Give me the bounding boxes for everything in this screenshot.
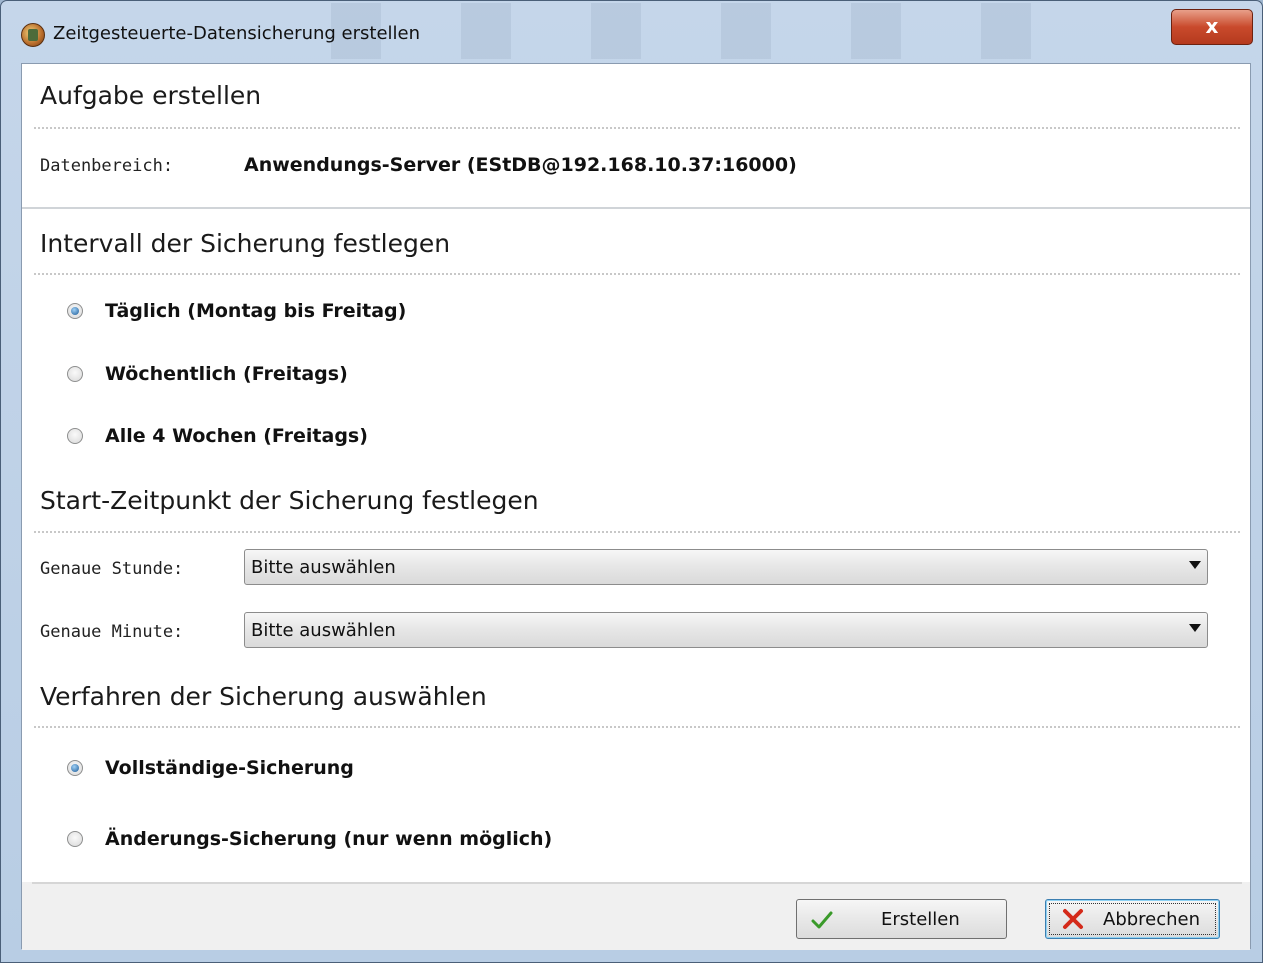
radio-button-checked[interactable] bbox=[67, 760, 83, 776]
radio-daily[interactable]: Täglich (Montag bis Freitag) bbox=[67, 298, 406, 324]
datenbereich-label: Datenbereich: bbox=[40, 156, 174, 176]
radio-weekly[interactable]: Wöchentlich (Freitags) bbox=[67, 361, 348, 387]
start-heading: Start-Zeitpunkt der Sicherung festlegen bbox=[40, 486, 539, 515]
minute-select-value: Bitte auswählen bbox=[251, 620, 396, 641]
datenbereich-value: Anwendungs-Server (EStDB@192.168.10.37:1… bbox=[244, 154, 797, 176]
radio-incremental-backup[interactable]: Änderungs-Sicherung (nur wenn möglich) bbox=[67, 826, 552, 852]
radio-every-4-weeks[interactable]: Alle 4 Wochen (Freitags) bbox=[67, 423, 368, 449]
check-icon bbox=[811, 911, 833, 929]
create-button-label: Erstellen bbox=[881, 909, 960, 930]
minute-select[interactable]: Bitte auswählen bbox=[244, 612, 1208, 648]
radio-every-4-weeks-label[interactable]: Alle 4 Wochen (Freitags) bbox=[105, 425, 368, 447]
create-button[interactable]: Erstellen bbox=[796, 899, 1007, 939]
dialog-window: Zeitgesteuerte-Datensicherung erstellen … bbox=[0, 0, 1263, 963]
divider bbox=[34, 726, 1240, 728]
method-heading: Verfahren der Sicherung auswählen bbox=[40, 682, 487, 711]
cancel-button-label: Abbrechen bbox=[1103, 909, 1201, 930]
radio-weekly-label[interactable]: Wöchentlich (Freitags) bbox=[105, 363, 348, 385]
dialog-content: Aufgabe erstellen Datenbereich: Anwendun… bbox=[21, 63, 1251, 950]
radio-full-backup-label[interactable]: Vollständige-Sicherung bbox=[105, 757, 354, 779]
radio-button[interactable] bbox=[67, 366, 83, 382]
interval-heading: Intervall der Sicherung festlegen bbox=[40, 229, 451, 258]
section-separator bbox=[22, 207, 1250, 209]
title-bar[interactable]: Zeitgesteuerte-Datensicherung erstellen … bbox=[1, 1, 1262, 63]
radio-button-checked[interactable] bbox=[67, 303, 83, 319]
divider bbox=[34, 531, 1240, 533]
footer-separator bbox=[32, 882, 1242, 884]
app-icon bbox=[21, 23, 45, 47]
radio-button[interactable] bbox=[67, 831, 83, 847]
radio-incremental-backup-label[interactable]: Änderungs-Sicherung (nur wenn möglich) bbox=[105, 828, 552, 850]
chevron-down-icon[interactable] bbox=[1189, 561, 1201, 569]
hour-select[interactable]: Bitte auswählen bbox=[244, 549, 1208, 585]
divider bbox=[34, 127, 1240, 129]
minute-label: Genaue Minute: bbox=[40, 622, 184, 642]
divider bbox=[34, 273, 1240, 275]
radio-daily-label[interactable]: Täglich (Montag bis Freitag) bbox=[105, 300, 406, 322]
radio-full-backup[interactable]: Vollständige-Sicherung bbox=[67, 755, 354, 781]
hour-select-value: Bitte auswählen bbox=[251, 557, 396, 578]
chevron-down-icon[interactable] bbox=[1189, 624, 1201, 632]
hour-label: Genaue Stunde: bbox=[40, 559, 184, 579]
close-icon bbox=[1063, 909, 1083, 929]
cancel-button[interactable]: Abbrechen bbox=[1045, 899, 1220, 939]
window-title: Zeitgesteuerte-Datensicherung erstellen bbox=[53, 23, 421, 44]
radio-button[interactable] bbox=[67, 428, 83, 444]
close-button[interactable]: x bbox=[1171, 9, 1253, 45]
task-heading: Aufgabe erstellen bbox=[40, 81, 262, 110]
